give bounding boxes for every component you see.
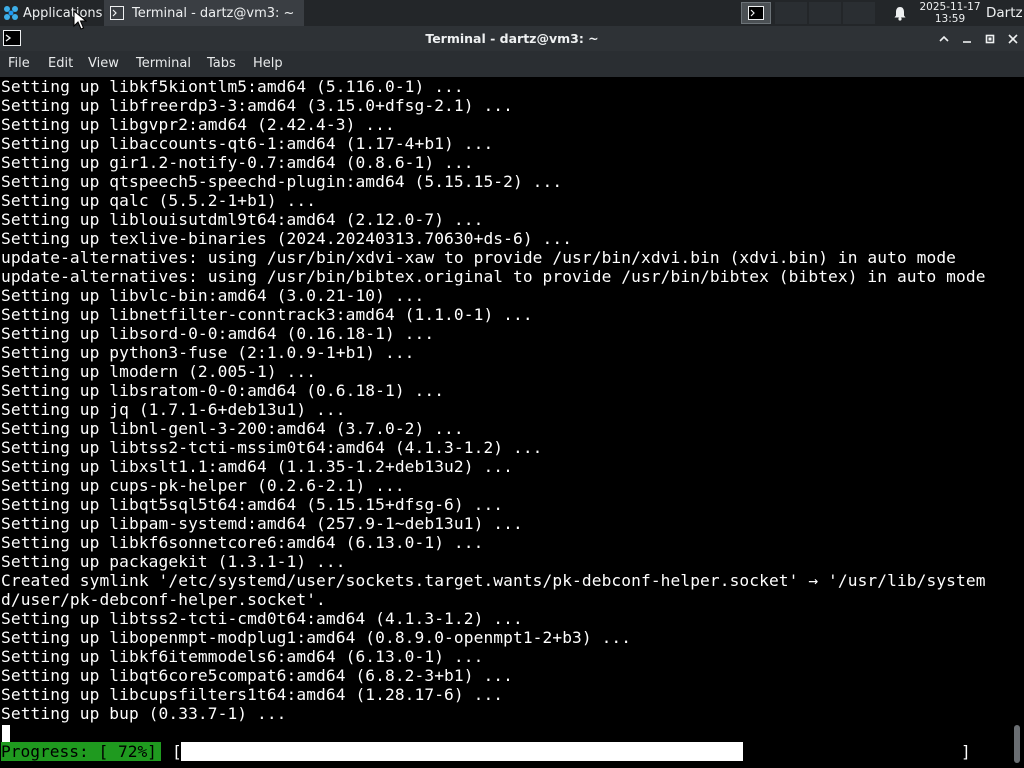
terminal-line: Setting up libtss2-tcti-cmd0t64:amd64 (4… bbox=[1, 609, 523, 628]
minimize-icon bbox=[963, 41, 971, 43]
terminal-line: Setting up qalc (5.5.2-1+b1) ... bbox=[1, 191, 317, 210]
minimize-button[interactable] bbox=[958, 30, 976, 48]
user-menu[interactable]: Dartz bbox=[986, 0, 1024, 26]
applications-label: Applications bbox=[23, 5, 103, 21]
terminal-line: Setting up libaccounts-qt6-1:amd64 (1.17… bbox=[1, 134, 494, 153]
terminal-icon bbox=[748, 6, 764, 20]
applications-menu-button[interactable]: Applications bbox=[0, 0, 104, 26]
workspace-3-button[interactable] bbox=[809, 2, 841, 24]
progress-label: Progress: [ 72%] bbox=[1, 742, 161, 761]
progress-bar-fill bbox=[181, 742, 743, 761]
terminal-line: Setting up libtss2-tcti-mssim0t64:amd64 … bbox=[1, 438, 543, 457]
terminal-scrollbar[interactable] bbox=[1009, 77, 1024, 768]
terminal-line: Setting up cups-pk-helper (0.2.6-2.1) ..… bbox=[1, 476, 405, 495]
progress-bracket-close: ] bbox=[961, 742, 971, 761]
menu-help[interactable]: Help bbox=[253, 51, 283, 77]
window-titlebar[interactable]: Terminal - dartz@vm3: ~ bbox=[0, 26, 1024, 51]
menu-file[interactable]: File bbox=[8, 51, 30, 77]
keep-above-button[interactable] bbox=[935, 30, 953, 48]
top-panel: Applications Terminal - dartz@vm3: ~ 202… bbox=[0, 0, 1024, 26]
notifications-button[interactable] bbox=[888, 0, 912, 26]
menu-view[interactable]: View bbox=[88, 51, 119, 77]
progress-bar bbox=[181, 742, 961, 761]
maximize-button[interactable] bbox=[981, 30, 999, 48]
terminal-line: d/user/pk-debconf-helper.socket'. bbox=[1, 590, 326, 609]
menu-bar: File Edit View Terminal Tabs Help bbox=[0, 51, 1024, 77]
terminal-icon bbox=[110, 6, 124, 20]
terminal-line: update-alternatives: using /usr/bin/xdvi… bbox=[1, 248, 957, 267]
chevron-up-icon bbox=[939, 35, 949, 42]
menu-edit[interactable]: Edit bbox=[48, 51, 73, 77]
terminal-line: Setting up gir1.2-notify-0.7:amd64 (0.8.… bbox=[1, 153, 474, 172]
window-title: Terminal - dartz@vm3: ~ bbox=[425, 31, 599, 46]
user-name: Dartz bbox=[986, 5, 1023, 21]
terminal-line: Setting up libgvpr2:amd64 (2.42.4-3) ... bbox=[1, 115, 395, 134]
taskbar-item-terminal[interactable]: Terminal - dartz@vm3: ~ bbox=[104, 0, 304, 26]
clock-time: 13:59 bbox=[934, 13, 966, 25]
terminal-line: Setting up python3-fuse (2:1.0.9-1+b1) .… bbox=[1, 343, 415, 362]
terminal-line: Setting up libqt5sql5t64:amd64 (5.15.15+… bbox=[1, 495, 504, 514]
app-menu-icon bbox=[4, 6, 18, 20]
terminal-output[interactable]: Setting up libkf5kiontlm5:amd64 (5.116.0… bbox=[0, 77, 1009, 768]
close-button[interactable] bbox=[1004, 30, 1022, 48]
workspace-4-button[interactable] bbox=[843, 2, 875, 24]
terminal-line: Created symlink '/etc/systemd/user/socke… bbox=[1, 571, 986, 590]
clock[interactable]: 2025-11-17 13:59 bbox=[918, 0, 982, 26]
terminal-line: Setting up libnl-genl-3-200:amd64 (3.7.0… bbox=[1, 419, 464, 438]
menu-terminal[interactable]: Terminal bbox=[136, 51, 191, 77]
terminal-line: Setting up libnetfilter-conntrack3:amd64… bbox=[1, 305, 533, 324]
terminal-line: Setting up libfreerdp3-3:amd64 (3.15.0+d… bbox=[1, 96, 513, 115]
terminal-line: Setting up libcupsfilters1t64:amd64 (1.2… bbox=[1, 685, 504, 704]
workspace-1-button[interactable] bbox=[739, 0, 773, 26]
bell-icon bbox=[894, 6, 906, 21]
mouse-pointer-icon bbox=[73, 10, 87, 30]
terminal-line: Setting up lmodern (2.005-1) ... bbox=[1, 362, 317, 381]
taskbar-item-label: Terminal - dartz@vm3: ~ bbox=[132, 5, 295, 21]
terminal-line: Setting up libsratom-0-0:amd64 (0.6.18-1… bbox=[1, 381, 445, 400]
terminal-line: Setting up libkf6itemmodels6:amd64 (6.13… bbox=[1, 647, 484, 666]
terminal-line: update-alternatives: using /usr/bin/bibt… bbox=[1, 267, 986, 286]
terminal-line: Setting up libvlc-bin:amd64 (3.0.21-10) … bbox=[1, 286, 425, 305]
menu-tabs[interactable]: Tabs bbox=[207, 51, 236, 77]
terminal-line: Setting up libkf5kiontlm5:amd64 (5.116.0… bbox=[1, 77, 464, 96]
terminal-line: Setting up libopenmpt-modplug1:amd64 (0.… bbox=[1, 628, 632, 647]
terminal-lines: Setting up libkf5kiontlm5:amd64 (5.116.0… bbox=[1, 77, 986, 723]
terminal-line: Setting up libkf6sonnetcore6:amd64 (6.13… bbox=[1, 533, 484, 552]
terminal-line: Setting up qtspeech5-speechd-plugin:amd6… bbox=[1, 172, 563, 191]
scrollbar-thumb[interactable] bbox=[1014, 725, 1020, 763]
progress-row: Progress: [ 72%] [ ] bbox=[0, 742, 1009, 761]
text-cursor bbox=[2, 725, 10, 742]
terminal-line: Setting up liblouisutdml9t64:amd64 (2.12… bbox=[1, 210, 484, 229]
restore-icon bbox=[985, 34, 995, 44]
terminal-line: Setting up libpam-systemd:amd64 (257.9-1… bbox=[1, 514, 523, 533]
terminal-line: Setting up texlive-binaries (2024.202403… bbox=[1, 229, 573, 248]
clock-date: 2025-11-17 bbox=[919, 1, 981, 13]
terminal-line: Setting up packagekit (1.3.1-1) ... bbox=[1, 552, 346, 571]
close-icon bbox=[1008, 34, 1018, 44]
terminal-line: Setting up libxslt1.1:amd64 (1.1.35-1.2+… bbox=[1, 457, 513, 476]
terminal-line: Setting up bup (0.33.7-1) ... bbox=[1, 704, 287, 723]
terminal-line: Setting up jq (1.7.1-6+deb13u1) ... bbox=[1, 400, 346, 419]
workspace-2-button[interactable] bbox=[775, 2, 807, 24]
terminal-line: Setting up libsord-0-0:amd64 (0.16.18-1)… bbox=[1, 324, 435, 343]
terminal-line: Setting up libqt6core5compat6:amd64 (6.8… bbox=[1, 666, 513, 685]
